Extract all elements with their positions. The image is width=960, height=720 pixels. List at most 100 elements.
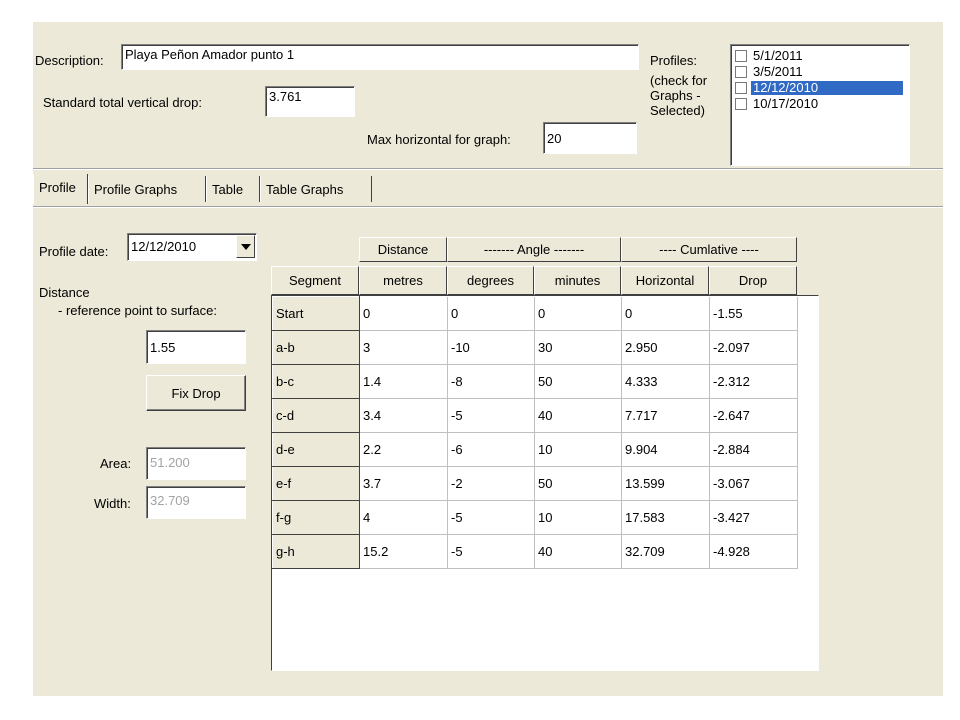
table-row[interactable]: b-c 1.4 -8 50 4.333 -2.312 — [272, 364, 798, 399]
cell-metres[interactable]: 1.4 — [359, 364, 448, 399]
cell-minutes[interactable]: 40 — [534, 534, 622, 569]
chevron-down-icon[interactable] — [236, 235, 255, 258]
cell-segment[interactable]: c-d — [272, 398, 360, 433]
table-row[interactable]: d-e 2.2 -6 10 9.904 -2.884 — [272, 432, 798, 467]
cell-metres[interactable]: 2.2 — [359, 432, 448, 467]
cell-degrees[interactable]: -6 — [447, 432, 535, 467]
profile-list-item[interactable]: 3/5/2011 — [733, 64, 907, 79]
cell-minutes[interactable]: 40 — [534, 398, 622, 433]
profiles-label-line: Profiles: — [650, 53, 697, 68]
cell-metres[interactable]: 4 — [359, 500, 448, 535]
cell-horizontal[interactable]: 0 — [621, 296, 710, 331]
tab-strip: Profile Profile Graphs Table Table Graph… — [33, 174, 943, 206]
max-horizontal-label: Max horizontal for graph: — [367, 132, 511, 147]
table-row[interactable]: g-h 15.2 -5 40 32.709 -4.928 — [272, 534, 798, 569]
cell-horizontal[interactable]: 17.583 — [621, 500, 710, 535]
tab-table-graphs[interactable]: Table Graphs — [260, 176, 372, 202]
cell-minutes[interactable]: 30 — [534, 330, 622, 365]
cell-metres[interactable]: 3 — [359, 330, 448, 365]
cell-segment[interactable]: e-f — [272, 466, 360, 501]
cell-horizontal[interactable]: 9.904 — [621, 432, 710, 467]
group-header-angle: ------- Angle ------- — [447, 237, 621, 262]
cell-segment[interactable]: g-h — [272, 534, 360, 569]
tab-profile[interactable]: Profile — [33, 174, 88, 204]
description-input[interactable]: Playa Peñon Amador punto 1 — [121, 44, 639, 70]
width-field: 32.709 — [146, 486, 246, 519]
profiles-label-line: Selected) — [650, 103, 705, 118]
cell-segment[interactable]: a-b — [272, 330, 360, 365]
cell-drop[interactable]: -2.097 — [709, 330, 798, 365]
cell-minutes[interactable]: 50 — [534, 364, 622, 399]
cell-minutes[interactable]: 50 — [534, 466, 622, 501]
cell-segment[interactable]: d-e — [272, 432, 360, 467]
cell-minutes[interactable]: 10 — [534, 432, 622, 467]
cell-horizontal[interactable]: 4.333 — [621, 364, 710, 399]
cell-drop[interactable]: -4.928 — [709, 534, 798, 569]
cell-degrees[interactable]: 0 — [447, 296, 535, 331]
description-label: Description: — [35, 53, 104, 68]
width-label: Width: — [94, 496, 131, 511]
profile-item-label: 12/12/2010 — [751, 80, 903, 95]
cell-segment[interactable]: f-g — [272, 500, 360, 535]
table-row[interactable]: e-f 3.7 -2 50 13.599 -3.067 — [272, 466, 798, 501]
table-row[interactable]: f-g 4 -5 10 17.583 -3.427 — [272, 500, 798, 535]
cell-metres[interactable]: 0 — [359, 296, 448, 331]
profile-list-item[interactable]: 12/12/2010 — [733, 80, 907, 95]
cell-degrees[interactable]: -5 — [447, 500, 535, 535]
cell-degrees[interactable]: -10 — [447, 330, 535, 365]
cell-minutes[interactable]: 10 — [534, 500, 622, 535]
profile-checkbox[interactable] — [735, 49, 747, 62]
app-window: Description: Playa Peñon Amador punto 1 … — [33, 22, 943, 696]
cell-horizontal[interactable]: 2.950 — [621, 330, 710, 365]
table-row[interactable]: c-d 3.4 -5 40 7.717 -2.647 — [272, 398, 798, 433]
profile-checkbox[interactable] — [735, 81, 747, 94]
cell-metres[interactable]: 3.7 — [359, 466, 448, 501]
fix-drop-button[interactable]: Fix Drop — [146, 375, 246, 411]
data-table: Start 0 0 0 0 -1.55 a-b 3 -10 30 2.950 -2.097 b-c 1.4… — [272, 296, 798, 569]
cell-minutes[interactable]: 0 — [534, 296, 622, 331]
column-header-minutes[interactable]: minutes — [534, 266, 621, 295]
tab-profile-graphs[interactable]: Profile Graphs — [88, 176, 206, 202]
std-drop-label: Standard total vertical drop: — [43, 95, 202, 110]
cell-drop[interactable]: -2.884 — [709, 432, 798, 467]
max-horizontal-input[interactable]: 20 — [543, 122, 637, 154]
column-header-degrees[interactable]: degrees — [447, 266, 534, 295]
table-row[interactable]: a-b 3 -10 30 2.950 -2.097 — [272, 330, 798, 365]
tab-table[interactable]: Table — [206, 176, 260, 202]
cell-metres[interactable]: 3.4 — [359, 398, 448, 433]
cell-segment[interactable]: b-c — [272, 364, 360, 399]
column-header-horizontal[interactable]: Horizontal — [621, 266, 709, 295]
column-header-metres[interactable]: metres — [359, 266, 447, 295]
profile-list-item[interactable]: 5/1/2011 — [733, 48, 907, 63]
cell-horizontal[interactable]: 7.717 — [621, 398, 710, 433]
cell-drop[interactable]: -3.427 — [709, 500, 798, 535]
cell-segment[interactable]: Start — [272, 296, 360, 331]
std-drop-input[interactable]: 3.761 — [265, 86, 355, 117]
profiles-listbox[interactable]: 5/1/2011 3/5/2011 12/12/2010 10/17/2010 — [730, 44, 910, 166]
column-header-segment[interactable]: Segment — [271, 266, 359, 295]
distance-input[interactable]: 1.55 — [146, 330, 246, 364]
profile-list-item[interactable]: 10/17/2010 — [733, 96, 907, 111]
cell-horizontal[interactable]: 32.709 — [621, 534, 710, 569]
table-row[interactable]: Start 0 0 0 0 -1.55 — [272, 296, 798, 331]
data-grid[interactable]: Start 0 0 0 0 -1.55 a-b 3 -10 30 2.950 -2.097 b-c 1.4… — [271, 295, 819, 671]
profile-item-label: 5/1/2011 — [753, 47, 803, 63]
cell-drop[interactable]: -1.55 — [709, 296, 798, 331]
cell-degrees[interactable]: -2 — [447, 466, 535, 501]
cell-degrees[interactable]: -8 — [447, 364, 535, 399]
profiles-label: Profiles: (check for Graphs - Selected) — [650, 53, 707, 118]
cell-horizontal[interactable]: 13.599 — [621, 466, 710, 501]
cell-drop[interactable]: -3.067 — [709, 466, 798, 501]
cell-degrees[interactable]: -5 — [447, 534, 535, 569]
cell-drop[interactable]: -2.312 — [709, 364, 798, 399]
group-header-distance: Distance — [359, 237, 447, 262]
profile-checkbox[interactable] — [735, 97, 747, 110]
cell-degrees[interactable]: -5 — [447, 398, 535, 433]
cell-metres[interactable]: 15.2 — [359, 534, 448, 569]
group-header-cumulative: ---- Cumlative ---- — [621, 237, 797, 262]
cell-drop[interactable]: -2.647 — [709, 398, 798, 433]
profiles-label-line: (check for — [650, 73, 708, 88]
column-header-drop[interactable]: Drop — [709, 266, 797, 295]
profile-item-label: 10/17/2010 — [753, 95, 819, 111]
profile-checkbox[interactable] — [735, 65, 747, 78]
